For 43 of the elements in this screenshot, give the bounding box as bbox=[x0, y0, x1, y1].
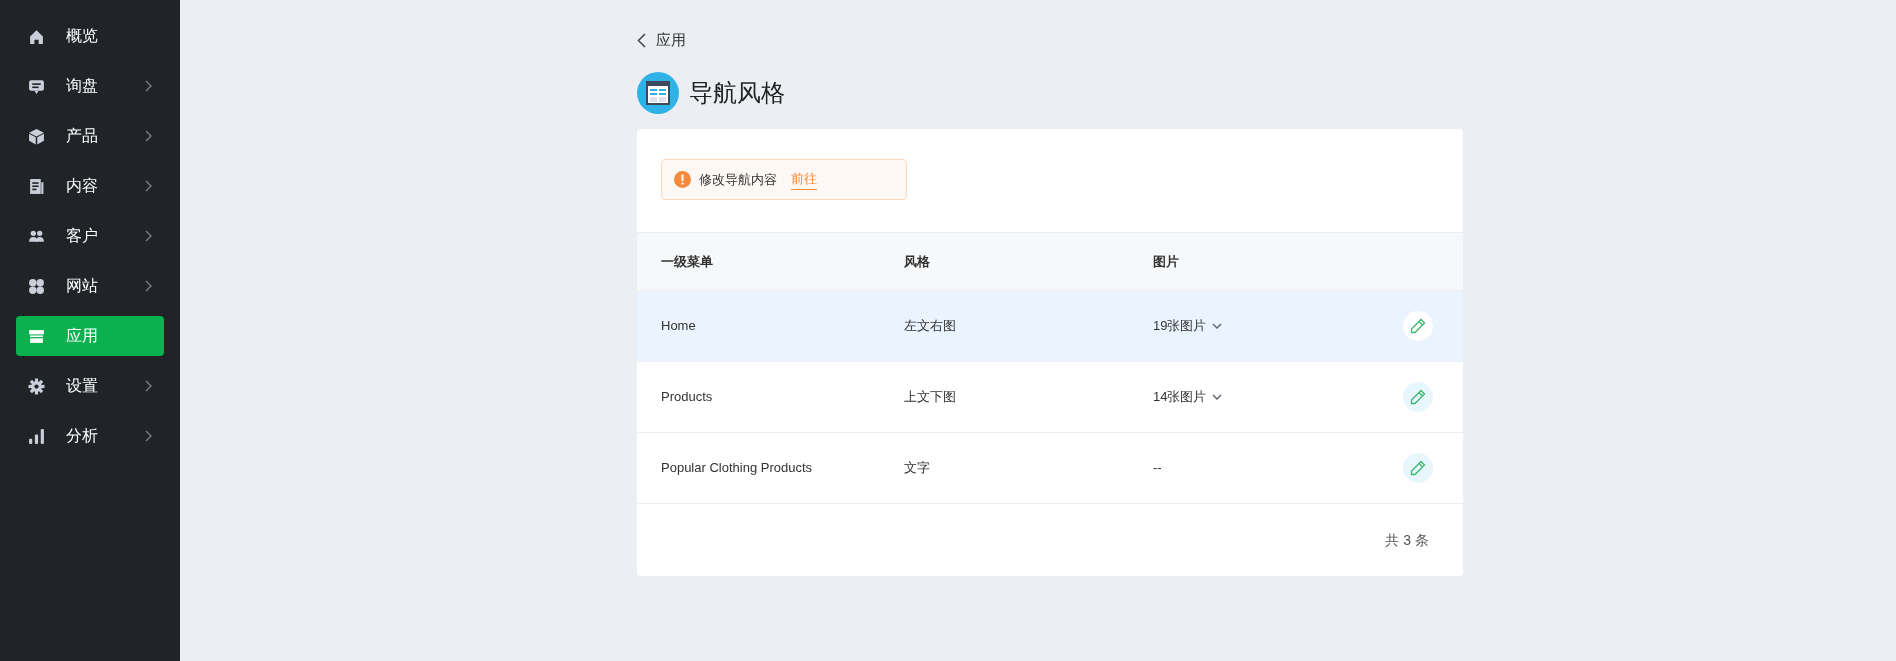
column-header: 图片 bbox=[1153, 252, 1179, 271]
settings-icon bbox=[28, 377, 45, 395]
column-header: 一级菜单 bbox=[661, 252, 713, 271]
alert-message: 修改导航内容 bbox=[699, 170, 777, 189]
document-icon bbox=[28, 177, 45, 195]
sidebar-item[interactable]: 询盘 bbox=[16, 66, 164, 106]
page-title: 导航风格 bbox=[689, 78, 785, 108]
image-count-dropdown[interactable]: 19张图片 bbox=[1153, 316, 1223, 336]
pencil-icon bbox=[1410, 318, 1426, 334]
warning-icon bbox=[674, 171, 691, 188]
sidebar-item[interactable]: 设置 bbox=[16, 366, 164, 406]
grid-icon bbox=[28, 277, 45, 295]
sidebar-item[interactable]: 内容 bbox=[16, 166, 164, 206]
back-link[interactable]: 应用 bbox=[637, 29, 1463, 51]
box-icon bbox=[28, 127, 45, 145]
sidebar-item[interactable]: 概览 bbox=[16, 16, 164, 56]
home-icon bbox=[28, 27, 45, 45]
total-count: 共 3 条 bbox=[1385, 530, 1429, 550]
sidebar-item[interactable]: 分析 bbox=[16, 416, 164, 456]
table-cell-text: Home bbox=[661, 317, 696, 336]
sidebar-item[interactable]: 产品 bbox=[16, 116, 164, 156]
table-cell-text: 文字 bbox=[904, 459, 930, 478]
table-cell-text: -- bbox=[1153, 459, 1162, 478]
browser-window-icon bbox=[637, 72, 679, 114]
image-count-dropdown[interactable]: 14张图片 bbox=[1153, 387, 1223, 407]
chevron-down-icon bbox=[1212, 394, 1223, 400]
sidebar-item[interactable]: 客户 bbox=[16, 216, 164, 256]
store-icon bbox=[28, 327, 45, 345]
table-cell-text: 左文右图 bbox=[904, 317, 956, 336]
column-header: 风格 bbox=[904, 252, 930, 271]
edit-button[interactable] bbox=[1403, 382, 1433, 412]
bar-chart-icon bbox=[28, 427, 45, 445]
pencil-icon bbox=[1410, 389, 1426, 405]
edit-button[interactable] bbox=[1403, 311, 1433, 341]
table-cell-text: Products bbox=[661, 388, 713, 407]
chevron-left-icon bbox=[637, 32, 646, 48]
chevron-down-icon bbox=[1212, 323, 1223, 329]
message-icon bbox=[28, 77, 45, 95]
table-cell-text: Popular Clothing Products bbox=[661, 459, 813, 478]
pencil-icon bbox=[1410, 460, 1426, 476]
table-cell-text: 上文下图 bbox=[904, 388, 956, 407]
sidebar-item[interactable]: 网站 bbox=[16, 266, 164, 306]
edit-button[interactable] bbox=[1403, 453, 1433, 483]
